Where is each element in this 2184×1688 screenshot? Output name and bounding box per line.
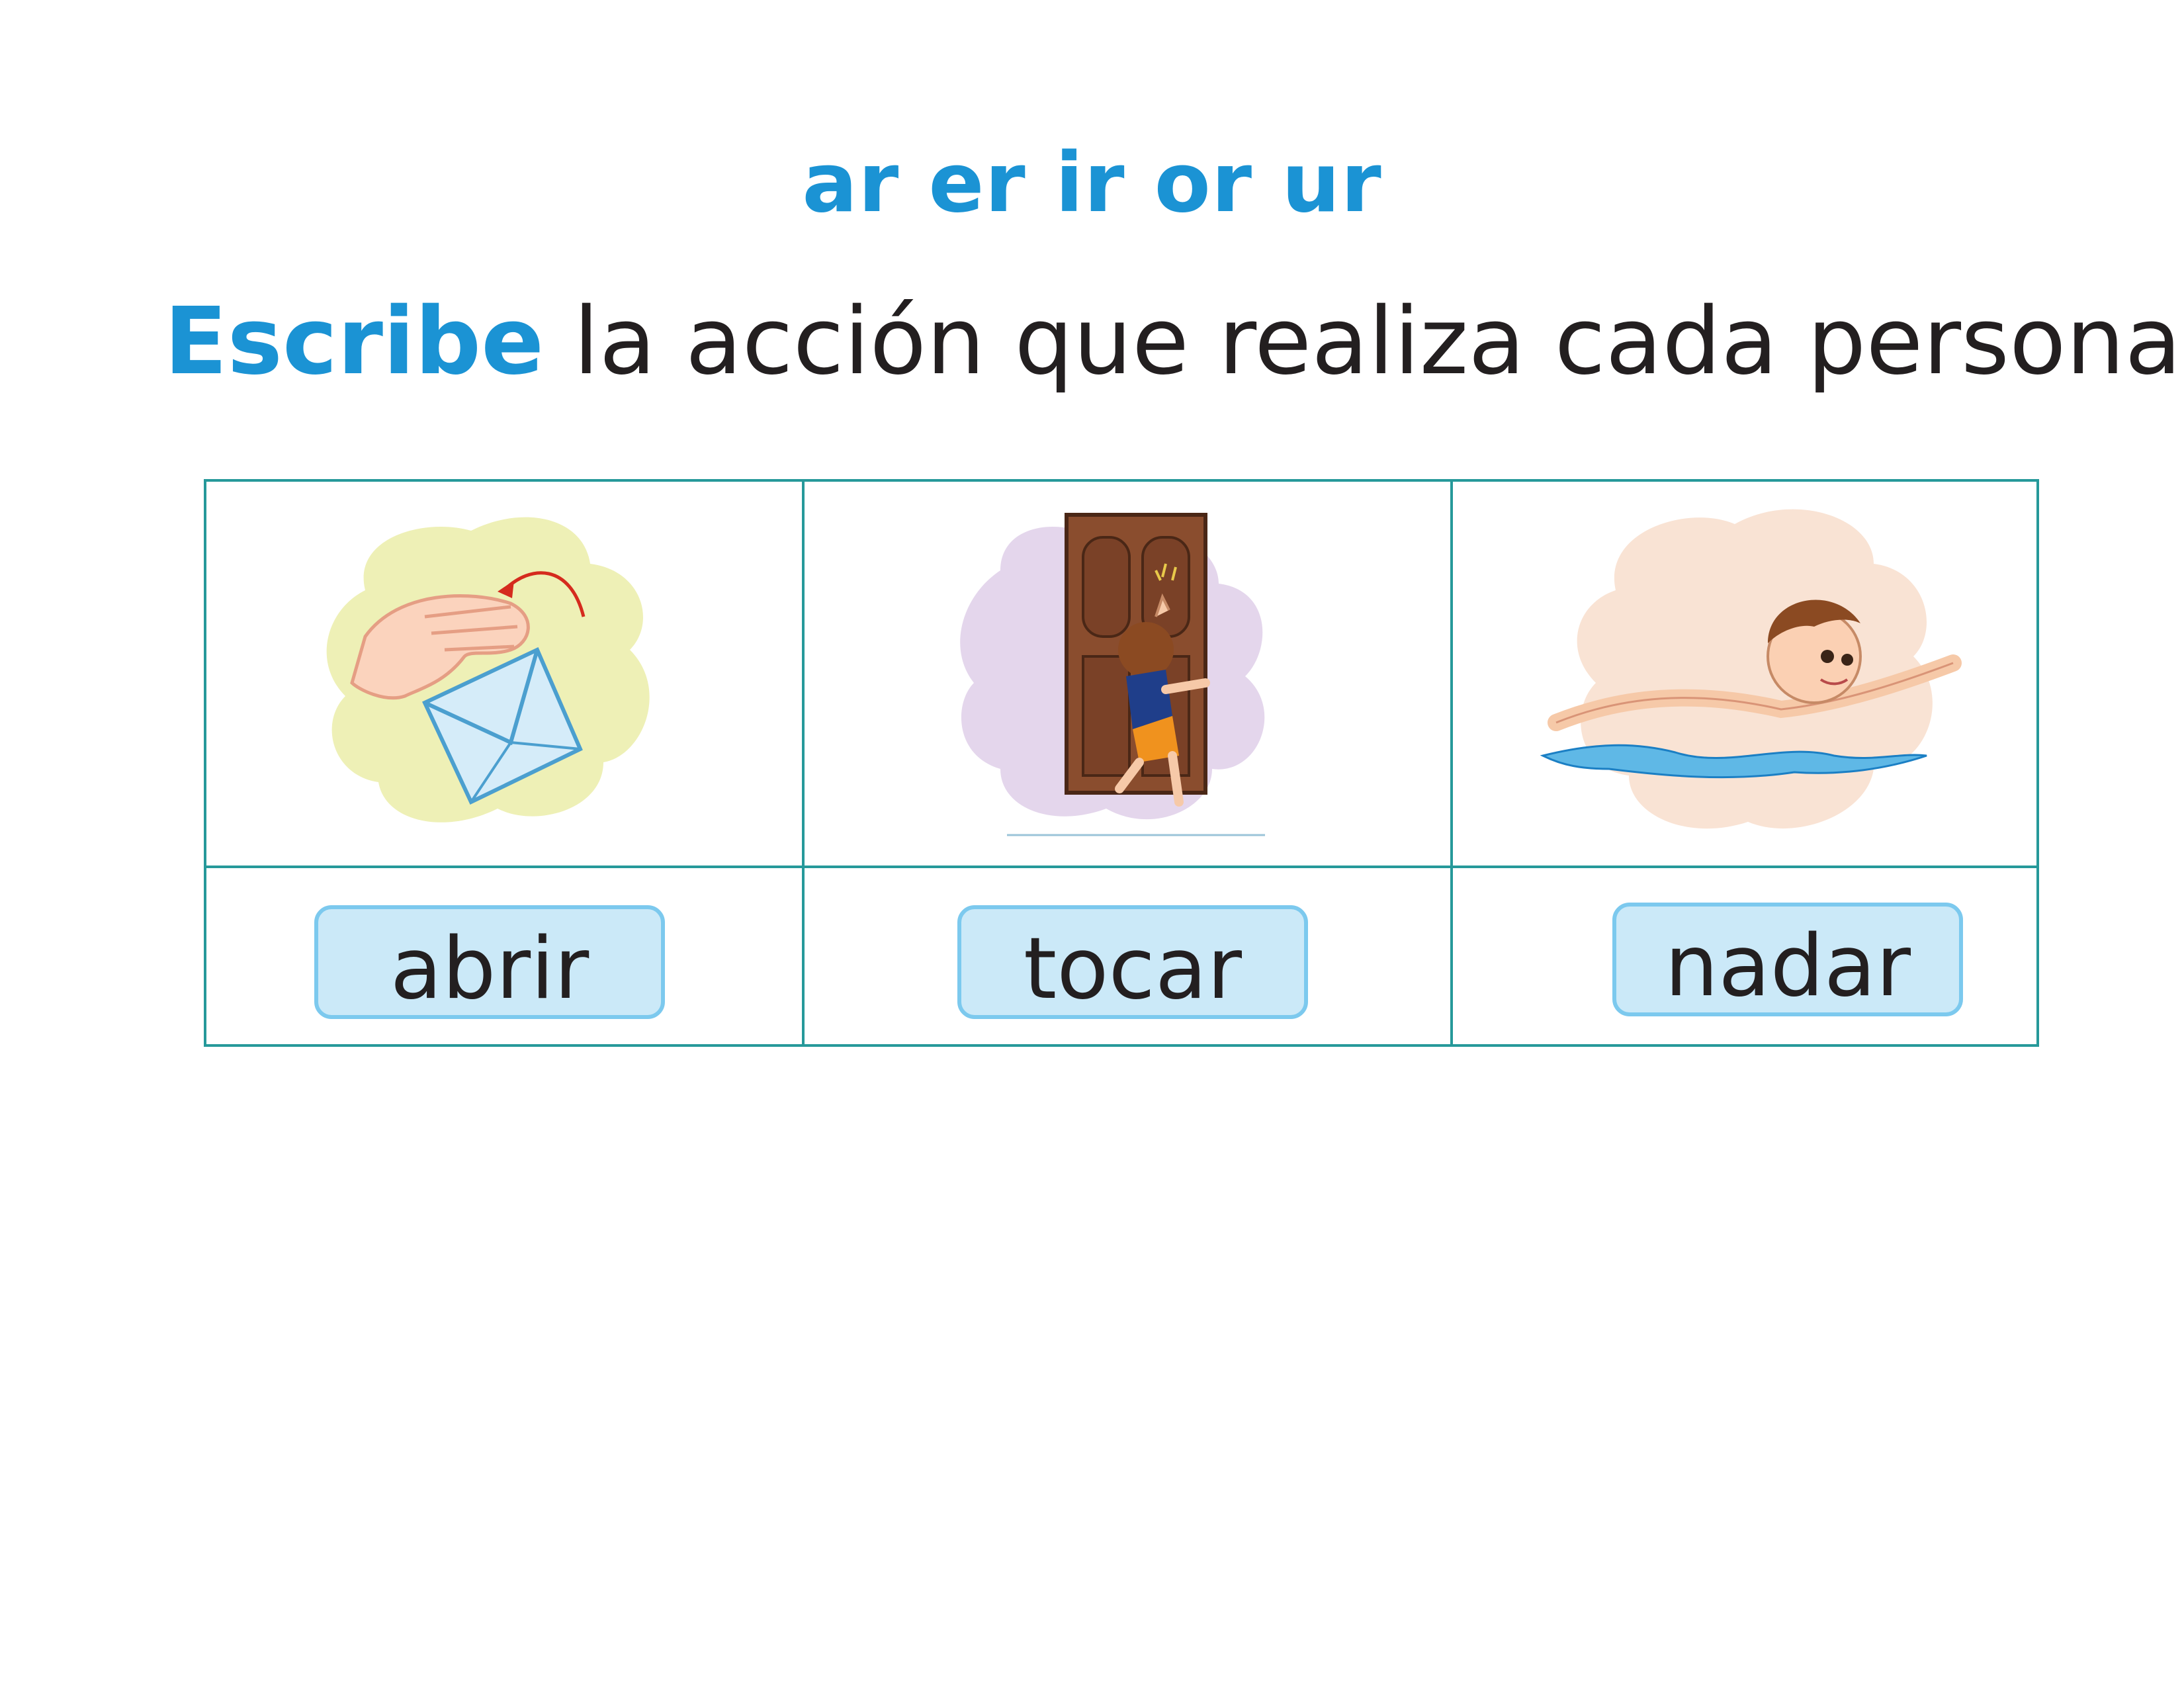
page-title: ar er ir or ur <box>802 136 1382 231</box>
answer-box-1[interactable]: abrir <box>314 905 665 1019</box>
column-divider <box>1450 482 1453 1044</box>
envelope-picture <box>326 517 650 822</box>
door-picture <box>960 513 1265 836</box>
row-divider <box>206 866 2036 868</box>
answer-box-3[interactable]: nadar <box>1612 903 1963 1016</box>
swimming-picture <box>1540 509 1962 829</box>
instruction-text: la acción que realiza cada persona. <box>544 288 2184 396</box>
answer-text: tocar <box>1024 920 1242 1018</box>
answer-text: abrir <box>390 920 590 1018</box>
column-divider <box>802 482 805 1044</box>
answer-box-2[interactable]: tocar <box>957 905 1308 1019</box>
instruction: Escribe la acción que realiza cada perso… <box>164 288 2184 396</box>
instruction-verb: Escribe <box>164 288 545 396</box>
answer-text: nadar <box>1665 917 1911 1016</box>
exercise-table: abrir tocar nadar <box>204 479 2039 1047</box>
